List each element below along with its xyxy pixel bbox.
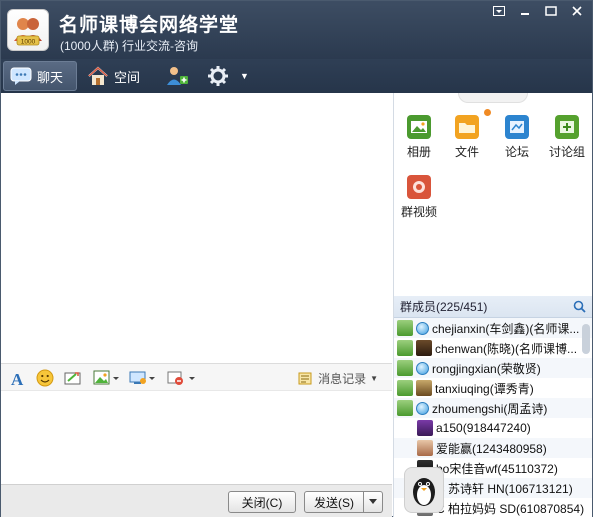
message-record-label: 消息记录 [318, 372, 367, 386]
group-avatar[interactable]: 1000 [7, 9, 49, 51]
svg-text:1000: 1000 [21, 39, 36, 46]
admin-avatar-icon [397, 380, 413, 396]
member-avatar [416, 340, 432, 356]
tab-space[interactable]: 空间 [87, 61, 140, 91]
insert-image-icon[interactable] [91, 368, 123, 388]
font-icon[interactable]: A [7, 368, 29, 388]
app-group-video[interactable]: 群视频 [396, 175, 442, 220]
remote-assist-icon[interactable] [127, 368, 159, 388]
member-row[interactable]: rongjingxian(荣敬贤) [394, 358, 592, 378]
member-avatar [417, 440, 433, 456]
penguin-pet-icon[interactable] [404, 467, 444, 513]
chevron-down-icon[interactable]: ▼ [240, 71, 249, 81]
add-member-icon [167, 67, 188, 85]
member-avatar [417, 420, 433, 436]
online-status-icon [416, 401, 429, 415]
tab-add-member[interactable] [165, 61, 189, 91]
input-toolbar: A 消息记录 ▼ [1, 363, 392, 391]
member-row[interactable]: 爱能赢(1243480958) [394, 438, 592, 458]
app-photo-album[interactable]: 相册 [396, 115, 442, 160]
message-record-button[interactable]: 消息记录 ▼ [298, 370, 378, 387]
message-record-icon [298, 372, 312, 384]
tab-chat-label: 聊天 [37, 69, 64, 85]
photo-album-icon [407, 115, 431, 139]
group-subtitle: (1000人群) 行业交流-咨询 [60, 39, 199, 53]
folder-icon [455, 115, 479, 139]
app-forum-label: 论坛 [504, 145, 529, 159]
member-name: bo宋佳音wf(45110372) [436, 461, 558, 476]
tab-settings[interactable]: ▼ [207, 61, 249, 91]
search-icon[interactable] [573, 300, 586, 313]
member-row[interactable]: a150(918447240) [394, 418, 592, 438]
member-list-header: 群成员(225/451) [394, 296, 592, 318]
svg-text:A: A [11, 370, 24, 387]
title-bar[interactable]: 1000 名师课博会网络学堂 (1000人群) 行业交流-咨询 [1, 1, 592, 59]
member-row[interactable]: chenwan(陈晓)(名师课博... [394, 338, 592, 358]
member-name: rongjingxian(荣敬贤) [432, 361, 541, 376]
close-icon[interactable] [566, 3, 588, 19]
discussion-icon [555, 115, 579, 139]
member-name: C 柏拉妈妈 SD(610870854) [436, 501, 585, 516]
screen-capture-icon[interactable] [62, 368, 84, 388]
member-avatar [416, 380, 432, 396]
member-row[interactable]: zhoumengshi(周孟诗) [394, 398, 592, 418]
menu-icon[interactable] [488, 3, 510, 19]
video-icon [407, 175, 431, 199]
member-name: zhoumengshi(周孟诗) [432, 401, 548, 416]
chat-message-area[interactable] [1, 93, 392, 361]
app-discussion-group-label: 讨论组 [548, 145, 585, 159]
member-name: C 苏诗轩 HN(106713121) [436, 481, 573, 496]
close-button[interactable]: 关闭(C) [228, 491, 296, 513]
member-row[interactable]: tanxiuqing(谭秀青) [394, 378, 592, 398]
app-photo-album-label: 相册 [406, 145, 431, 159]
tab-space-label: 空间 [114, 69, 141, 85]
member-row[interactable]: chejianxin(车剑鑫)(名师课... [394, 318, 592, 338]
online-status-icon [416, 321, 429, 335]
panel-grip[interactable] [458, 93, 528, 103]
maximize-icon[interactable] [540, 3, 562, 19]
tab-chat[interactable]: 聊天 [3, 61, 77, 91]
admin-avatar-icon [397, 320, 413, 336]
member-count-label: 群成员(225/451) [400, 300, 488, 314]
send-options-button[interactable] [363, 491, 383, 513]
chevron-down-icon [369, 499, 377, 504]
admin-avatar-icon [397, 340, 413, 356]
send-button[interactable]: 发送(S) [304, 491, 364, 513]
admin-avatar-icon [397, 400, 413, 416]
member-name: tanxiuqing(谭秀青) [435, 381, 534, 396]
gear-icon [208, 66, 228, 86]
message-input[interactable] [1, 392, 392, 484]
forum-icon [505, 115, 529, 139]
chevron-down-icon: ▼ [370, 374, 378, 383]
app-forum[interactable]: 论坛 [494, 115, 540, 160]
bottom-action-bar: 关闭(C) 发送(S) [1, 484, 392, 517]
member-name: a150(918447240) [436, 421, 531, 435]
tab-bar: 聊天 空间 ▼ [1, 59, 592, 93]
app-discussion-group[interactable]: 讨论组 [544, 115, 590, 160]
admin-avatar-icon [397, 360, 413, 376]
window-controls [488, 3, 588, 19]
member-name: 爱能赢(1243480958) [436, 441, 547, 456]
app-group-video-label: 群视频 [400, 205, 437, 219]
member-name: chejianxin(车剑鑫)(名师课... [432, 321, 580, 336]
shield-block-icon[interactable] [165, 368, 199, 388]
emoji-icon[interactable] [34, 368, 56, 388]
house-icon [88, 66, 108, 85]
chat-bubble-icon [10, 67, 32, 85]
group-title: 名师课博会网络学堂 [59, 15, 240, 36]
member-name: chenwan(陈晓)(名师课博... [435, 341, 578, 356]
member-list-scrollbar[interactable] [582, 324, 590, 354]
app-files[interactable]: 文件 [444, 115, 490, 160]
online-status-icon [416, 361, 429, 375]
app-files-label: 文件 [454, 145, 479, 159]
minimize-icon[interactable] [514, 3, 536, 19]
qq-group-chat-window: 1000 名师课博会网络学堂 (1000人群) 行业交流-咨询 聊天 空间 ▼ … [0, 0, 593, 517]
group-apps-panel: 相册 文件 论坛 讨论组 群视频 [393, 93, 592, 296]
